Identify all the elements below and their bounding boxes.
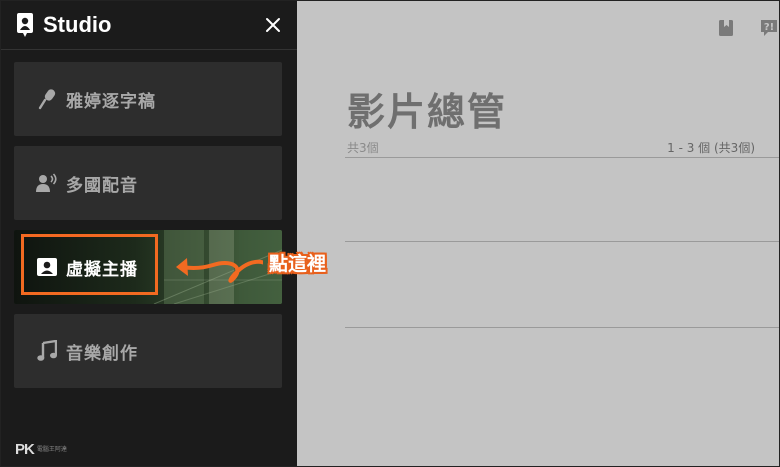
svg-text:?!: ?! [764, 22, 774, 33]
sidebar-item-music[interactable]: 音樂創作 [14, 314, 282, 388]
pagination-info: 1 - 3 個 (共3個) [667, 141, 755, 155]
highlight-box [21, 234, 158, 295]
sidebar-item-label: 音樂創作 [66, 343, 138, 364]
speaking-person-icon [35, 171, 59, 195]
list-divider [345, 327, 779, 328]
curved-arrow-icon [176, 258, 263, 283]
studio-logo-icon [17, 13, 33, 37]
music-note-icon [35, 339, 59, 363]
sidebar-item-dubbing[interactable]: 多國配音 [14, 146, 282, 220]
sidebar-divider [1, 49, 297, 50]
bookmark-icon[interactable] [717, 19, 735, 37]
help-icon[interactable]: ?! [760, 19, 778, 37]
sidebar-item-transcript[interactable]: 雅婷逐字稿 [14, 62, 282, 136]
microphone-icon [35, 87, 59, 111]
watermark-brand: PK [15, 441, 35, 458]
annotation-callout: 點這裡 [269, 253, 327, 275]
watermark-logo: PK 電腦王阿達 [15, 441, 67, 458]
studio-logo[interactable]: Studio [13, 12, 111, 38]
list-divider [345, 241, 779, 242]
list-divider [345, 157, 779, 158]
watermark-subtitle: 電腦王阿達 [36, 446, 67, 453]
main-panel: ?! 影片總管 共3個 1 - 3 個 (共3個) [297, 1, 779, 466]
app-name: Studio [43, 12, 112, 37]
sidebar-item-label: 多國配音 [66, 175, 138, 196]
sidebar-item-label: 雅婷逐字稿 [66, 91, 156, 112]
app-window: ?! 影片總管 共3個 1 - 3 個 (共3個) Studio 雅婷逐字稿 多… [0, 0, 780, 467]
page-title: 影片總管 [347, 90, 508, 134]
item-count: 共3個 [347, 141, 379, 155]
close-icon[interactable] [263, 15, 283, 35]
